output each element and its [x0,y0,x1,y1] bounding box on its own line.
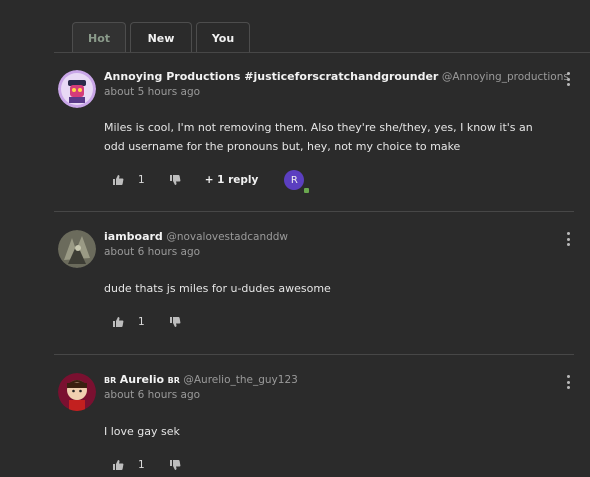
comment-text: Miles is cool, I'm not removing them. Al… [104,121,533,153]
author-name[interactable]: Aurelio [120,373,164,386]
like-count: 1 [138,174,145,186]
comment-item: BR Aurelio BR @Aurelio_the_guy123 about … [54,373,590,477]
comment-timestamp: about 6 hours ago [104,389,201,401]
comment-header: BR Aurelio BR @Aurelio_the_guy123 [104,373,550,386]
comment-timestamp: about 5 hours ago [104,86,201,98]
author-handle[interactable]: @Annoying_productions [442,71,569,83]
avatar[interactable] [58,373,96,411]
kebab-menu-icon[interactable] [566,232,570,246]
comment-tabs: Hot New You [72,22,250,53]
comment-divider [54,211,574,212]
avatar[interactable] [58,70,96,108]
comment-header: iamboard @novalovestadcanddw [104,230,550,243]
reply-avatar[interactable]: R [284,170,311,194]
author-prefix-badge: BR [104,376,117,385]
thumbs-up-icon[interactable] [112,316,124,328]
tabs-divider [54,52,590,53]
comment-timestamp: about 6 hours ago [104,246,201,258]
avatar[interactable] [58,230,96,268]
thumbs-down-icon[interactable] [169,174,181,186]
author-name[interactable]: Annoying Productions #justiceforscratcha… [104,70,438,83]
kebab-menu-icon[interactable] [566,375,570,389]
author-handle[interactable]: @Aurelio_the_guy123 [183,374,297,386]
comment-actions: 1 [112,457,181,473]
comment-actions: 1 + 1 reply R [112,170,311,194]
author-handle[interactable]: @novalovestadcanddw [166,231,288,243]
thumbs-up-icon[interactable] [112,174,124,186]
comment-actions: 1 [112,314,181,330]
comment-text: dude thats js miles for u-dudes awesome [104,282,331,295]
comment-text: I love gay sek [104,425,180,438]
thumbs-down-icon[interactable] [169,459,181,471]
author-name[interactable]: iamboard [104,230,163,243]
comment-header: Annoying Productions #justiceforscratcha… [104,70,569,83]
view-replies-link[interactable]: + 1 reply [205,174,259,186]
thumbs-up-icon[interactable] [112,459,124,471]
like-count: 1 [138,459,145,471]
like-count: 1 [138,316,145,328]
comment-item: Annoying Productions #justiceforscratcha… [54,70,590,200]
tab-you[interactable]: You [196,22,250,53]
comment-item: iamboard @novalovestadcanddw about 6 hou… [54,230,590,340]
online-status-icon [303,187,311,194]
thumbs-down-icon[interactable] [169,316,181,328]
tab-hot[interactable]: Hot [72,22,126,53]
kebab-menu-icon[interactable] [566,72,570,86]
author-suffix-badge: BR [167,376,180,385]
tab-new[interactable]: New [130,22,192,53]
comment-divider [54,354,574,355]
reply-avatar-letter: R [290,174,298,186]
